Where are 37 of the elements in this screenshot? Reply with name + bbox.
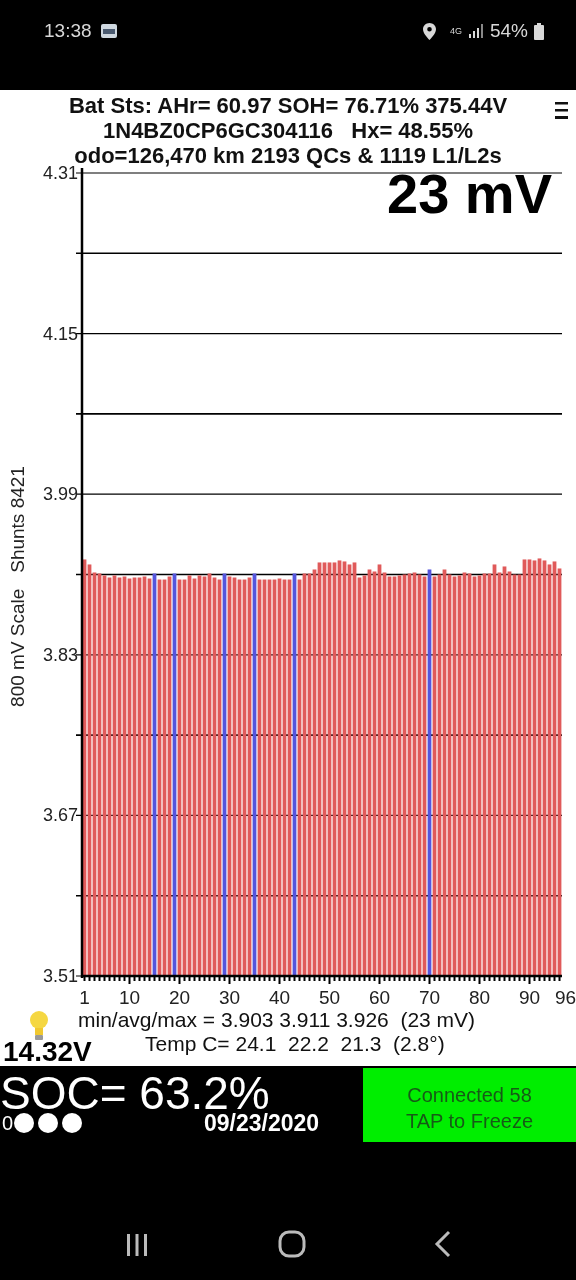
home-icon[interactable] [278,1230,306,1258]
notification-icon [99,23,118,40]
battery-icon [534,22,544,40]
recent-apps-icon[interactable] [124,1232,150,1258]
x-tick-label: 1 [79,987,90,1008]
signal-icon [467,23,484,40]
network-type: 4G [449,26,462,36]
y-tick-label: 3.67 [42,805,78,826]
connection-button[interactable]: Connected 58 TAP to Freeze [363,1068,576,1142]
x-tick-label: 70 [418,987,441,1008]
x-tick-label: 96 [554,987,576,1008]
lightbulb-icon [28,1010,50,1042]
location-icon [422,22,436,40]
menu-icon[interactable] [555,102,568,120]
y-tick-label: 3.99 [42,484,78,505]
battery-status-line: Bat Sts: AHr= 60.97 SOH= 76.71% 375.44V [68,93,508,118]
x-tick-label: 30 [218,987,241,1008]
status-time: 13:38 [44,19,92,43]
voltage-spread: 23 mV [387,166,552,222]
temperature-stats: Temp C= 24.1 22.2 21.3 (2.8°) [145,1032,445,1056]
back-icon[interactable] [434,1230,452,1258]
aux-battery-voltage: 14.32V [2,1038,93,1066]
y-tick-label: 3.83 [42,644,78,665]
x-tick-label: 90 [518,987,541,1008]
x-tick-label: 80 [468,987,491,1008]
battery-percent: 54% [489,19,528,43]
x-tick-label: 20 [168,987,191,1008]
axis-label: 800 mV Scale Shunts 8421 [7,466,28,707]
connection-indicator: 0 [2,1113,14,1133]
x-tick-label: 10 [118,987,141,1008]
y-tick-label: 4.15 [42,323,78,344]
battery-status-line: 1N4BZ0CP6GC304116 Hx= 48.55% [103,118,473,143]
y-tick-label: 3.51 [42,966,78,986]
x-tick-label: 50 [318,987,341,1008]
x-tick-label: 40 [268,987,291,1008]
cell-voltage-stats: min/avg/max = 3.903 3.911 3.926 (23 mV) [78,1008,476,1032]
x-tick-label: 60 [368,987,391,1008]
